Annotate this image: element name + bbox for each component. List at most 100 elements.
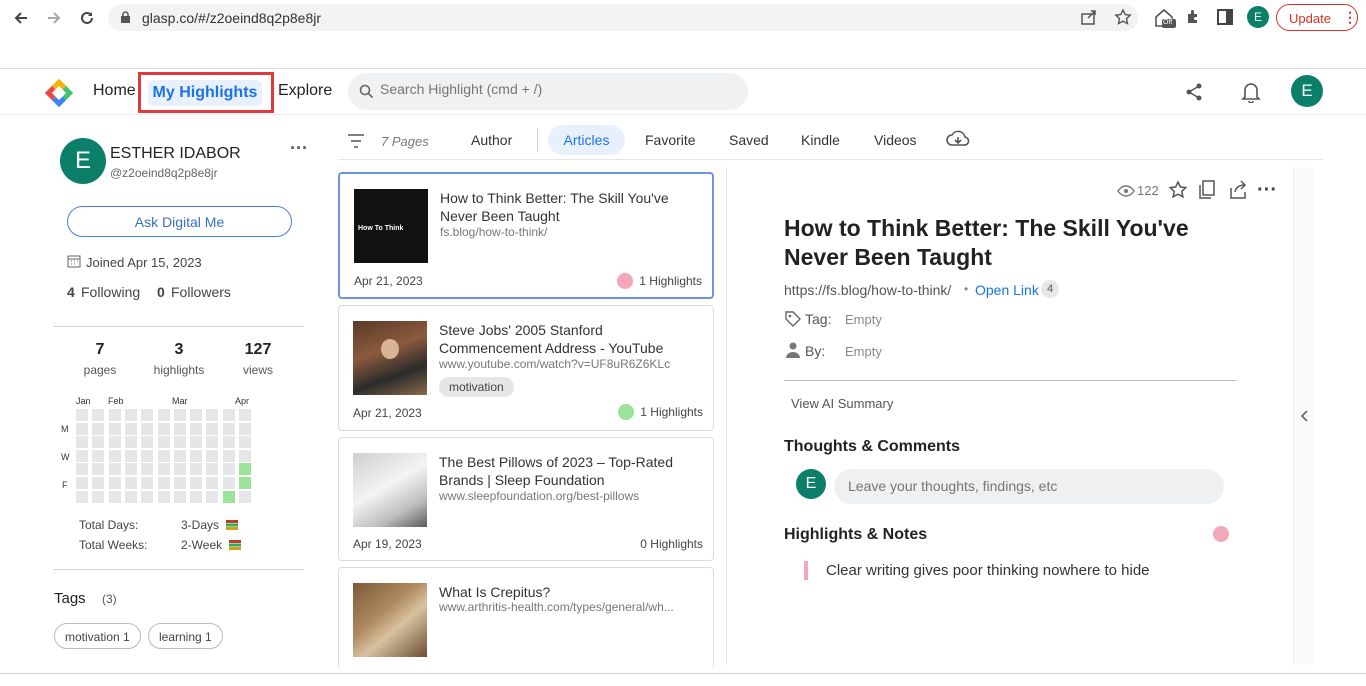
heatmap-cell [92, 422, 105, 435]
article-card[interactable]: What Is Crepitus? www.arthritis-health.c… [338, 567, 714, 667]
article-title[interactable]: The Best Pillows of 2023 – Top-Rated Bra… [439, 453, 699, 489]
tab-saved[interactable]: Saved [729, 132, 769, 148]
divider [54, 569, 304, 570]
heatmap-cell [190, 490, 203, 503]
tag-chip-motivation[interactable]: motivation 1 [54, 623, 141, 649]
heatmap-cell [141, 422, 154, 435]
user-avatar[interactable]: E [1291, 75, 1323, 107]
browser-profile-avatar[interactable]: E [1247, 6, 1269, 28]
books-icon [226, 518, 238, 536]
side-panel-icon[interactable] [1217, 9, 1233, 30]
favorite-star-icon[interactable] [1168, 180, 1188, 205]
highlight-count: 0 Highlights [640, 537, 703, 551]
views-eye-icon [1117, 184, 1135, 202]
heatmap-cell [108, 409, 121, 421]
article-card[interactable]: Steve Jobs' 2005 Stanford Commencement A… [338, 305, 714, 431]
tab-videos[interactable]: Videos [874, 132, 917, 148]
article-url: www.arthritis-health.com/types/general/w… [439, 600, 674, 614]
article-url: www.youtube.com/watch?v=UF8uR6Z6KLc [439, 357, 671, 371]
highlights-title: Highlights & Notes [784, 526, 928, 543]
heatmap-cell [157, 463, 170, 476]
followers-label[interactable]: Followers [171, 284, 231, 300]
comment-box[interactable] [834, 469, 1224, 504]
share-icon[interactable] [1184, 82, 1204, 107]
tag-chip-learning[interactable]: learning 1 [148, 623, 223, 649]
extensions-puzzle-icon[interactable] [1185, 8, 1203, 31]
article-card[interactable]: The Best Pillows of 2023 – Top-Rated Bra… [338, 437, 714, 561]
article-tag[interactable]: motivation [439, 377, 514, 397]
update-label: Update [1289, 11, 1331, 26]
chevron-left-icon[interactable] [1299, 409, 1309, 428]
ask-digital-me-button[interactable]: Ask Digital Me [67, 206, 292, 237]
article-title[interactable]: What Is Crepitus? [439, 583, 699, 601]
heatmap-cell [239, 422, 251, 435]
heatmap-month-mar: Mar [172, 396, 188, 406]
cloud-download-icon[interactable] [946, 129, 970, 154]
tab-author[interactable]: Author [471, 132, 512, 148]
stat-highlights-label: highlights [153, 363, 205, 377]
heatmap-cell [108, 422, 121, 435]
comment-input[interactable] [848, 478, 1208, 494]
heatmap-cell [157, 477, 170, 489]
heatmap-cell [141, 436, 154, 449]
following-count[interactable]: 4 [67, 284, 75, 300]
total-weeks-label: Total Weeks: [79, 538, 148, 552]
heatmap-cell [157, 449, 170, 462]
filter-icon[interactable] [347, 133, 365, 154]
tab-kindle[interactable]: Kindle [801, 132, 840, 148]
tab-articles[interactable]: Articles [548, 125, 625, 155]
open-link[interactable]: Open Link [975, 282, 1039, 298]
person-icon [786, 342, 800, 363]
glasp-logo-icon[interactable] [42, 76, 76, 115]
followers-count[interactable]: 0 [157, 284, 165, 300]
bookmark-star-icon[interactable] [1114, 8, 1132, 31]
extension-off-icon[interactable]: Off [1154, 7, 1176, 34]
tag-value[interactable]: Empty [845, 312, 882, 327]
heatmap-cell [206, 449, 219, 462]
tags-title: Tags [54, 590, 86, 607]
search-icon [359, 84, 374, 104]
heatmap-cell [76, 463, 88, 476]
nav-explore[interactable]: Explore [278, 82, 332, 100]
notification-bell-icon[interactable] [1241, 81, 1261, 108]
article-card[interactable]: How To Think How to Think Better: The Sk… [338, 172, 714, 299]
share-page-icon[interactable] [1080, 9, 1098, 30]
total-weeks-value: 2-Week [181, 538, 223, 552]
nav-home[interactable]: Home [93, 82, 136, 100]
highlight-text[interactable]: Clear writing gives poor thinking nowher… [826, 562, 1150, 579]
profile-more-icon[interactable]: ··· [290, 138, 308, 159]
tab-favorite[interactable]: Favorite [645, 132, 696, 148]
profile-handle: @z2oeind8q2p8e8jr [110, 166, 218, 180]
forward-icon[interactable] [43, 7, 65, 29]
heatmap-cell [157, 422, 170, 435]
copy-icon[interactable] [1198, 180, 1216, 205]
search-input[interactable] [380, 81, 720, 97]
address-bar[interactable]: glasp.co/#/z2oeind8q2p8e8jr [108, 4, 1138, 31]
heatmap-cell [76, 449, 88, 462]
following-label[interactable]: Following [81, 284, 140, 300]
article-title[interactable]: Steve Jobs' 2005 Stanford Commencement A… [439, 321, 699, 357]
highlight-bar [804, 561, 808, 580]
view-ai-summary-button[interactable]: View AI Summary [791, 396, 893, 411]
article-title[interactable]: How to Think Better: The Skill You've Ne… [440, 189, 700, 225]
heatmap-cell [108, 449, 121, 462]
back-icon[interactable] [10, 7, 32, 29]
heatmap-cell [124, 477, 137, 489]
heatmap-cell [173, 477, 186, 489]
by-value[interactable]: Empty [845, 344, 882, 359]
profile-avatar: E [60, 138, 106, 184]
update-button[interactable]: Update ⋮ [1276, 4, 1358, 31]
more-options-icon[interactable]: ··· [1257, 179, 1277, 202]
thoughts-title: Thoughts & Comments [784, 438, 960, 455]
article-thumbnail: How To Think [354, 189, 428, 263]
reload-icon[interactable] [76, 7, 98, 29]
collapse-panel[interactable] [1293, 167, 1314, 665]
url-separator: • [964, 282, 969, 296]
heatmap-cell [108, 490, 121, 503]
export-share-icon[interactable] [1228, 180, 1248, 205]
search-bar[interactable] [348, 73, 748, 110]
nav-my-highlights[interactable]: My Highlights [148, 80, 262, 106]
highlight-color-picker[interactable] [1213, 526, 1229, 542]
divider [54, 326, 304, 327]
heatmap-cell [206, 477, 219, 489]
